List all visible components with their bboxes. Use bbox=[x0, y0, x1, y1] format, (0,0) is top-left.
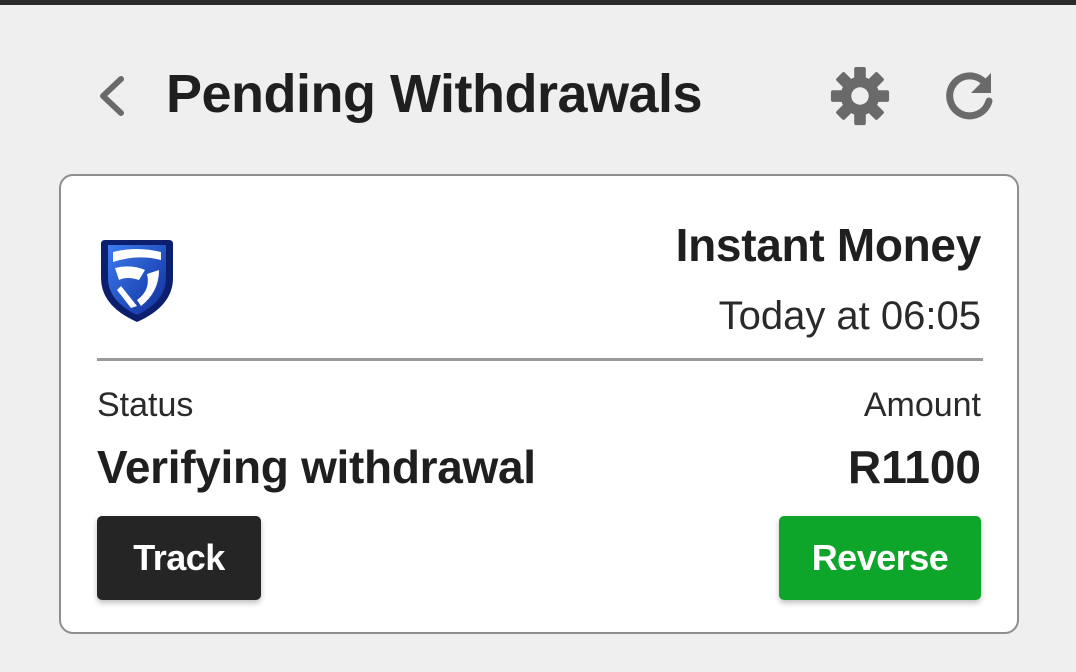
divider bbox=[97, 358, 983, 361]
gear-icon bbox=[830, 66, 890, 126]
amount-value: R1100 bbox=[847, 441, 981, 493]
header: Pending Withdrawals bbox=[0, 40, 1076, 150]
back-button[interactable] bbox=[88, 68, 136, 124]
track-button[interactable]: Track bbox=[97, 516, 261, 600]
status-label: Status bbox=[97, 386, 194, 424]
withdrawal-card: Instant Money Today at 06:05 Status Amou… bbox=[59, 174, 1019, 634]
refresh-icon bbox=[946, 72, 993, 120]
amount-label: Amount bbox=[863, 386, 981, 424]
chevron-left-icon bbox=[100, 76, 124, 116]
bank-logo bbox=[97, 234, 177, 326]
status-value: Verifying withdrawal bbox=[97, 441, 536, 493]
provider-name: Instant Money bbox=[675, 219, 982, 271]
page-title: Pending Withdrawals bbox=[166, 64, 703, 124]
settings-button[interactable] bbox=[826, 62, 894, 130]
reverse-button[interactable]: Reverse bbox=[779, 516, 981, 600]
refresh-button[interactable] bbox=[936, 64, 1002, 130]
top-strip bbox=[0, 0, 1076, 5]
withdrawal-date: Today at 06:05 bbox=[718, 294, 981, 338]
